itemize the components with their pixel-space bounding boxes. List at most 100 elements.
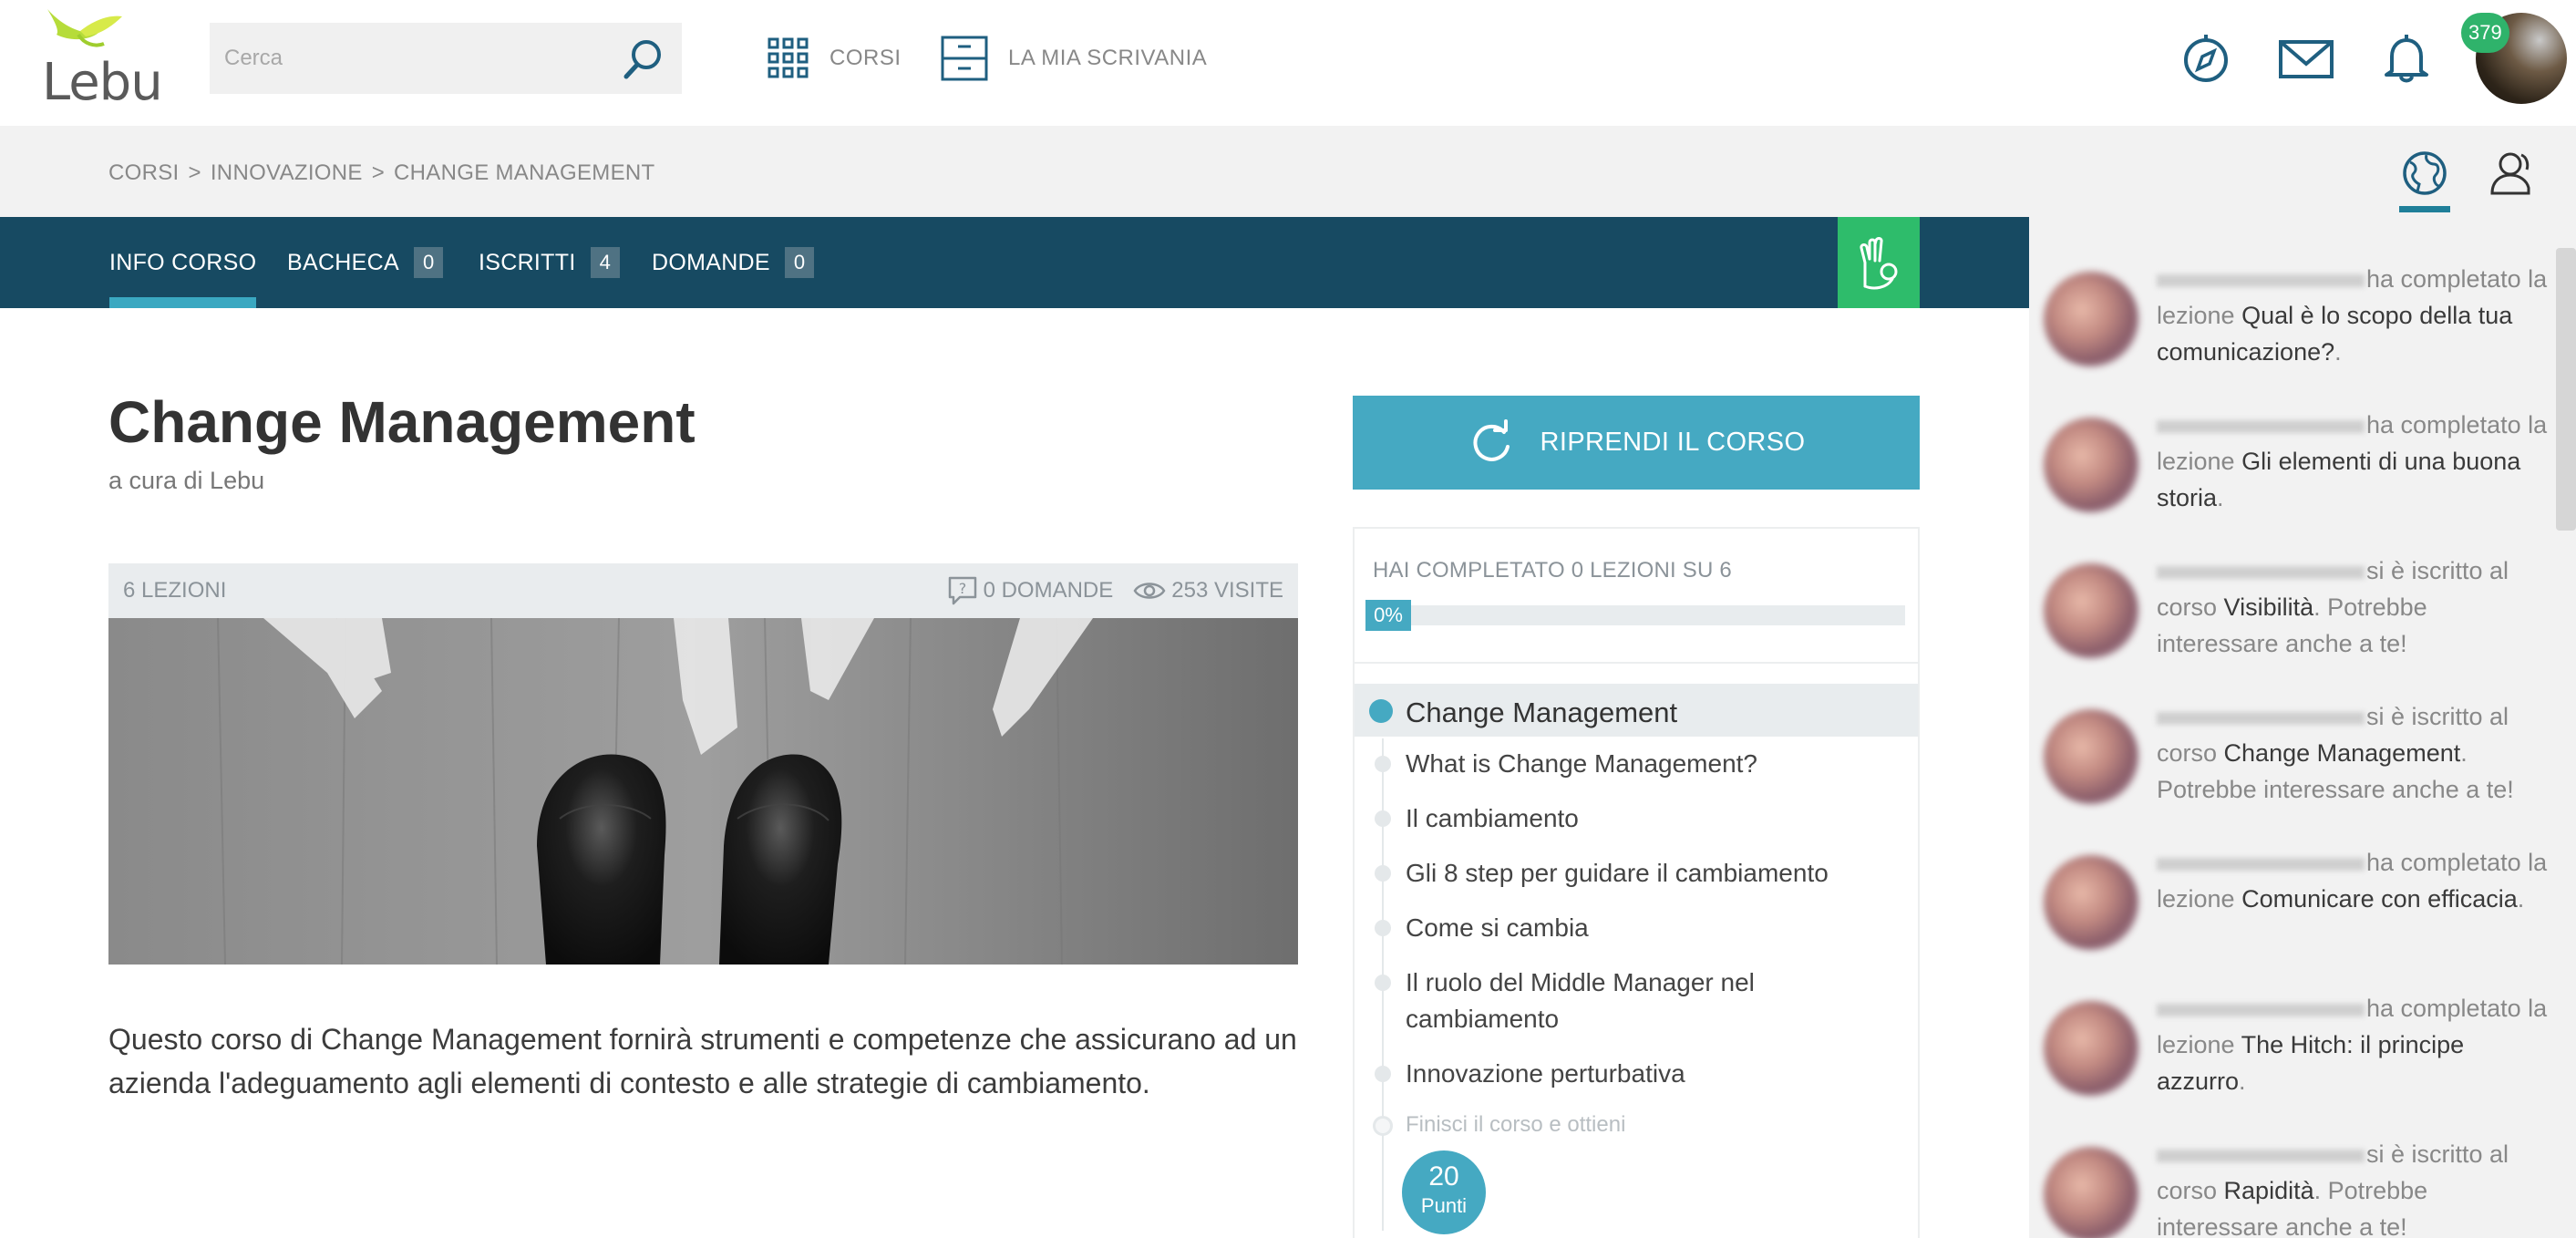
lesson-item[interactable]: Il cambiamento <box>1406 800 1898 837</box>
breadcrumb: CORSI > INNOVAZIONE > CHANGE MANAGEMENT <box>108 160 655 186</box>
breadcrumb-item-innovazione[interactable]: INNOVAZIONE <box>211 160 363 185</box>
course-tabs: INFO CORSO BACHECA 0 ISCRITTI 4 DOMANDE … <box>0 217 2029 308</box>
feed-text: si è iscritto al corso Visibilità. Potre… <box>2157 552 2549 662</box>
section-title: Change Management <box>1406 696 1678 728</box>
feed-target[interactable]: Rapidità <box>2224 1177 2314 1204</box>
lesson-dot <box>1375 920 1391 936</box>
course-cover-image <box>108 618 1298 965</box>
section-change-management[interactable]: Change Management <box>1355 684 1918 737</box>
feed-item[interactable]: ha completato la lezione Gli elementi di… <box>2029 407 2558 543</box>
lessons-count: 6 LEZIONI <box>123 578 227 603</box>
blurred-username <box>2157 1149 2365 1162</box>
tab-iscritti[interactable]: ISCRITTI 4 <box>479 217 620 308</box>
compass-icon[interactable] <box>2177 29 2235 88</box>
grid-icon <box>768 37 809 78</box>
breadcrumb-separator: > <box>188 160 201 185</box>
ok-hand-icon <box>1860 237 1898 290</box>
feed-suffix: . <box>2239 1068 2246 1095</box>
blurred-username <box>2157 857 2365 871</box>
feed-avatar <box>2044 563 2138 658</box>
lesson-dot <box>1375 975 1391 991</box>
lesson-item[interactable]: Il ruolo del Middle Manager nel cambiame… <box>1406 965 1807 1037</box>
notifications-badge: 379 <box>2461 13 2509 53</box>
feed-suffix: . <box>2517 885 2525 913</box>
globe-icon[interactable] <box>2399 148 2450 199</box>
nav-my-desk[interactable]: LA MIA SCRIVANIA <box>941 31 1207 86</box>
finish-dot <box>1373 1116 1393 1136</box>
lesson-item[interactable]: Gli 8 step per guidare il cambiamento <box>1406 855 1898 892</box>
tab-count: 0 <box>784 247 815 278</box>
lesson-item[interactable]: What is Change Management? <box>1406 746 1898 782</box>
breadcrumb-item-current: CHANGE MANAGEMENT <box>394 160 655 185</box>
progress-track <box>1365 605 1905 625</box>
refresh-icon <box>1473 418 1510 461</box>
progress-label: HAI COMPLETATO 0 LEZIONI SU 6 <box>1373 558 1732 583</box>
nav-courses[interactable]: CORSI <box>768 31 902 86</box>
feed-item[interactable]: ha completato la lezione Qual è lo scopo… <box>2029 261 2558 397</box>
course-meta-bar: 6 LEZIONI ? 0 DOMANDE 253 VISITE <box>108 563 1298 618</box>
breadcrumb-band: CORSI > INNOVAZIONE > CHANGE MANAGEMENT <box>0 126 2576 217</box>
feed-target[interactable]: Visibilità <box>2224 593 2314 621</box>
lesson-dot <box>1375 1066 1391 1082</box>
person-icon[interactable] <box>2487 148 2538 199</box>
feed-item[interactable]: si è iscritto al corso Visibilità. Potre… <box>2029 552 2558 689</box>
mail-icon[interactable] <box>2277 29 2335 88</box>
globe-tab-indicator <box>2399 206 2450 212</box>
section-dot <box>1369 699 1393 723</box>
feed-item[interactable]: ha completato la lezione The Hitch: il p… <box>2029 990 2558 1127</box>
drawer-icon <box>941 36 988 81</box>
blurred-username <box>2157 711 2365 725</box>
course-stats: ? 0 DOMANDE 253 VISITE <box>927 571 1283 611</box>
lesson-item[interactable]: Innovazione perturbativa <box>1406 1056 1898 1092</box>
svg-text:?: ? <box>958 580 966 597</box>
tab-domande[interactable]: DOMANDE 0 <box>652 217 815 308</box>
feed-text: si è iscritto al corso Change Management… <box>2157 698 2549 808</box>
tab-info-corso[interactable]: INFO CORSO <box>109 217 257 308</box>
feed-avatar <box>2044 272 2138 366</box>
tab-bacheca[interactable]: BACHECA 0 <box>287 217 444 308</box>
progress-percent: 0% <box>1365 600 1411 631</box>
feed-target[interactable]: Change Management <box>2224 739 2461 767</box>
top-header: Lebu CORSI LA MIA SCRIVANIA <box>0 0 2576 126</box>
tab-label: ISCRITTI <box>479 249 576 275</box>
bell-icon[interactable] <box>2377 29 2436 88</box>
search-icon[interactable] <box>618 34 669 85</box>
breadcrumb-item-corsi[interactable]: CORSI <box>108 160 180 185</box>
logo-text: Lebu <box>42 53 163 112</box>
feed-scrollbar[interactable] <box>2556 248 2576 531</box>
search-input[interactable] <box>224 23 607 94</box>
tab-label: INFO CORSO <box>109 249 257 275</box>
feed-avatar <box>2044 1001 2138 1096</box>
lesson-dot <box>1375 865 1391 882</box>
feed-avatar <box>2044 1147 2138 1238</box>
blurred-username <box>2157 419 2365 433</box>
lesson-dot <box>1375 756 1391 772</box>
like-course-button[interactable] <box>1838 217 1920 308</box>
tab-count: 4 <box>590 247 620 278</box>
feed-target[interactable]: Comunicare con efficacia <box>2241 885 2518 913</box>
tab-count: 0 <box>413 247 444 278</box>
nav-courses-label: CORSI <box>829 46 902 70</box>
resume-course-button[interactable]: RIPRENDI IL CORSO <box>1353 396 1920 490</box>
course-author: a cura di Lebu <box>108 467 265 494</box>
resume-course-label: RIPRENDI IL CORSO <box>1540 428 1806 457</box>
nav-desk-label: LA MIA SCRIVANIA <box>1008 46 1208 70</box>
blurred-username <box>2157 1003 2365 1016</box>
points-value: 20 <box>1428 1161 1459 1192</box>
questions-stat[interactable]: ? 0 DOMANDE <box>947 575 1113 606</box>
activity-feed: ha completato la lezione Qual è lo scopo… <box>2029 217 2576 1238</box>
tab-label: DOMANDE <box>652 249 770 275</box>
feed-suffix: . <box>2217 484 2224 511</box>
feed-item[interactable]: si è iscritto al corso Rapidità. Potrebb… <box>2029 1136 2558 1238</box>
feed-item[interactable]: si è iscritto al corso Change Management… <box>2029 698 2558 835</box>
feed-text: si è iscritto al corso Rapidità. Potrebb… <box>2157 1136 2549 1238</box>
feed-item[interactable]: ha completato la lezione Comunicare con … <box>2029 844 2558 981</box>
course-progress-panel: HAI COMPLETATO 0 LEZIONI SU 6 0% Change … <box>1353 527 1920 1238</box>
eye-icon <box>1133 583 1166 599</box>
lesson-item[interactable]: Come si cambia <box>1406 910 1898 946</box>
search-box <box>210 23 682 94</box>
lebu-logo[interactable]: Lebu <box>42 7 170 112</box>
visits-count: 253 VISITE <box>1171 578 1283 603</box>
course-title: Change Management <box>108 389 696 455</box>
breadcrumb-separator: > <box>371 160 386 185</box>
